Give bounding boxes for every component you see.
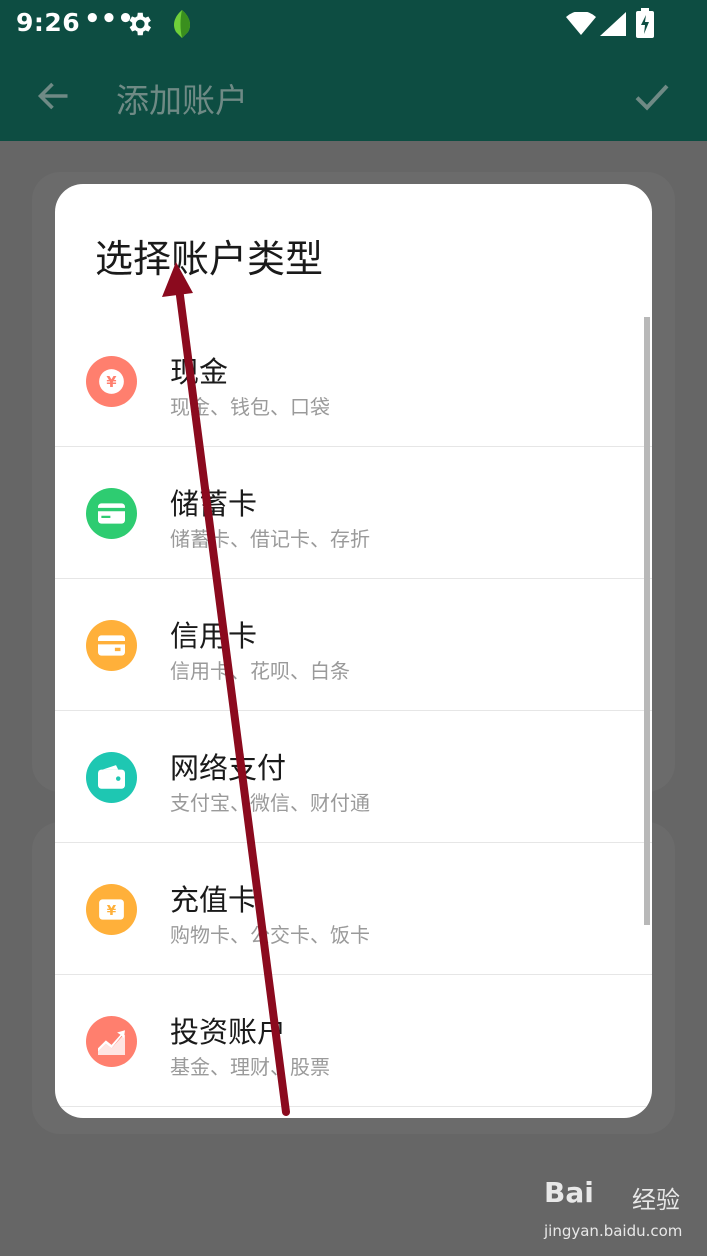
account-type-dialog: 选择账户类型 ¥ 现金 现金、钱包、口袋 储蓄卡 储蓄卡、借记卡、存折 信用卡 … [55, 184, 652, 1118]
svg-text:¥: ¥ [107, 903, 117, 919]
list-item-debit-card[interactable]: 储蓄卡 储蓄卡、借记卡、存折 [55, 447, 652, 579]
list-item-online-payment[interactable]: 网络支付 支付宝、微信、财付通 [55, 711, 652, 843]
watermark-logo: Bai [544, 1176, 594, 1209]
dialog-scrollbar[interactable] [644, 317, 650, 925]
wifi-icon [566, 12, 596, 35]
account-type-list: ¥ 现金 现金、钱包、口袋 储蓄卡 储蓄卡、借记卡、存折 信用卡 信用卡、花呗、… [55, 315, 652, 1107]
watermark-url: jingyan.baidu.com [544, 1222, 683, 1240]
arrow-back-icon[interactable] [36, 78, 72, 114]
wallet-icon [86, 752, 137, 803]
svg-text:¥: ¥ [106, 374, 116, 391]
gear-icon [129, 12, 151, 36]
list-item-cash[interactable]: ¥ 现金 现金、钱包、口袋 [55, 315, 652, 447]
watermark-brand: 经验 [632, 1186, 680, 1214]
item-description: 储蓄卡、借记卡、存折 [170, 527, 370, 551]
list-item-prepaid-card[interactable]: ¥ 充值卡 购物卡、公交卡、饭卡 [55, 843, 652, 975]
dialog-title: 选择账户类型 [95, 237, 324, 281]
battery-charging-icon [636, 8, 654, 38]
item-description: 基金、理财、股票 [170, 1055, 330, 1079]
list-item-investment-account[interactable]: 投资账户 基金、理财、股票 [55, 975, 652, 1107]
signal-icon [600, 12, 626, 36]
item-name: 网络支付 [170, 751, 287, 785]
baidu-jingyan-watermark: Bai 经验 jingyan.baidu.com [540, 1172, 700, 1244]
check-icon[interactable] [632, 76, 672, 116]
status-bar: 9:26 ••• [0, 0, 707, 48]
item-description: 购物卡、公交卡、饭卡 [170, 923, 370, 947]
item-name: 储蓄卡 [170, 487, 258, 521]
yen-ticket-icon: ¥ [86, 884, 137, 935]
item-description: 现金、钱包、口袋 [170, 395, 330, 419]
credit-card-icon [86, 620, 137, 671]
list-item-credit-card[interactable]: 信用卡 信用卡、花呗、白条 [55, 579, 652, 711]
card-icon [86, 488, 137, 539]
item-name: 充值卡 [170, 883, 258, 917]
item-description: 支付宝、微信、财付通 [170, 791, 370, 815]
item-description: 信用卡、花呗、白条 [170, 659, 350, 683]
item-name: 信用卡 [170, 619, 258, 653]
app-bar: 添加账户 [0, 48, 707, 141]
status-time: 9:26 [16, 8, 81, 37]
trend-up-icon [86, 1016, 137, 1067]
item-name: 投资账户 [170, 1015, 287, 1049]
item-name: 现金 [170, 355, 229, 389]
leaf-icon [174, 10, 190, 38]
page-title: 添加账户 [116, 81, 248, 120]
yen-coin-icon: ¥ [86, 356, 137, 407]
